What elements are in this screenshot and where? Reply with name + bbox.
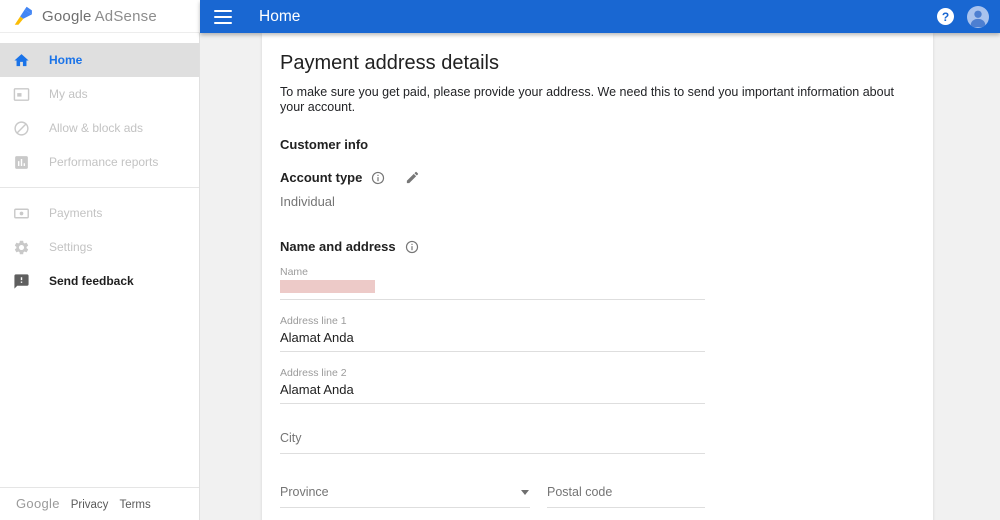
address-line-1-field[interactable]: Address line 1 Alamat Anda bbox=[280, 315, 705, 352]
address-line-1-label: Address line 1 bbox=[280, 315, 347, 327]
my-ads-icon bbox=[13, 87, 30, 101]
account-type-label: Account type bbox=[280, 170, 363, 185]
top-header: Google AdSense Home ? bbox=[0, 0, 1000, 33]
edit-pencil-icon[interactable] bbox=[405, 170, 420, 185]
sidebar-item-label: My ads bbox=[49, 87, 88, 101]
info-icon[interactable] bbox=[371, 171, 385, 185]
content-area: Payment address details To make sure you… bbox=[200, 33, 1000, 520]
sidebar-item-performance-reports[interactable]: Performance reports bbox=[0, 145, 199, 179]
address-form: Name Address line 1 Alamat Anda Address … bbox=[280, 266, 705, 520]
sidebar-item-label: Send feedback bbox=[49, 274, 134, 288]
province-field[interactable] bbox=[280, 472, 530, 508]
user-avatar[interactable] bbox=[967, 5, 989, 28]
brand-text: Google AdSense bbox=[42, 8, 157, 25]
help-icon[interactable]: ? bbox=[937, 8, 954, 25]
sidebar-nav: Home My ads Allow & block ads Performanc… bbox=[0, 33, 199, 298]
postal-code-field[interactable] bbox=[547, 472, 705, 508]
sidebar-item-my-ads[interactable]: My ads bbox=[0, 77, 199, 111]
account-type-row: Account type bbox=[280, 170, 915, 185]
brand-product: AdSense bbox=[94, 7, 157, 25]
sidebar-footer: Google Privacy Terms bbox=[0, 487, 199, 520]
name-field-highlight[interactable] bbox=[280, 280, 375, 293]
sidebar-item-label: Home bbox=[49, 53, 83, 67]
menu-icon[interactable] bbox=[214, 9, 232, 24]
settings-icon bbox=[14, 240, 29, 254]
footer-google-wordmark: Google bbox=[16, 496, 60, 511]
province-postal-row bbox=[280, 472, 705, 508]
page-subtitle: To make sure you get paid, please provid… bbox=[280, 85, 895, 114]
city-input[interactable] bbox=[280, 418, 705, 453]
payments-icon bbox=[14, 208, 29, 218]
sidebar-item-label: Performance reports bbox=[49, 155, 159, 169]
address-line-2-value[interactable]: Alamat Anda bbox=[280, 382, 705, 403]
reports-icon bbox=[15, 155, 28, 169]
address-line-2-label: Address line 2 bbox=[280, 367, 347, 379]
adsense-logo-icon bbox=[14, 6, 32, 25]
sidebar-item-label: Allow & block ads bbox=[49, 121, 144, 135]
address-line-2-field[interactable]: Address line 2 Alamat Anda bbox=[280, 367, 705, 404]
sidebar-item-send-feedback[interactable]: Send feedback bbox=[0, 264, 199, 298]
home-icon bbox=[14, 53, 29, 66]
footer-privacy-link[interactable]: Privacy bbox=[71, 499, 109, 511]
sidebar-item-settings[interactable]: Settings bbox=[0, 230, 199, 264]
sidebar-item-home[interactable]: Home bbox=[0, 43, 199, 77]
dropdown-arrow-icon[interactable] bbox=[521, 490, 529, 495]
feedback-icon bbox=[14, 273, 29, 289]
sidebar-item-label: Settings bbox=[49, 240, 93, 254]
page-title: Payment address details bbox=[280, 52, 500, 74]
adsense-app: Google AdSense Home ? Home My ads Allow … bbox=[0, 0, 1000, 520]
name-address-heading: Name and address bbox=[280, 239, 396, 254]
app-bar: Home ? bbox=[200, 0, 1000, 33]
block-icon bbox=[14, 120, 29, 136]
person-icon bbox=[970, 10, 986, 27]
brand-google: Google bbox=[42, 7, 92, 25]
name-address-row: Name and address bbox=[280, 239, 915, 254]
customer-info-heading: Customer info bbox=[280, 137, 369, 152]
sidebar-item-label: Payments bbox=[49, 206, 103, 220]
appbar-title: Home bbox=[259, 7, 301, 25]
brand-logo-area: Google AdSense bbox=[0, 0, 200, 33]
province-select[interactable] bbox=[280, 472, 530, 507]
name-field-label: Name bbox=[280, 266, 309, 278]
payment-address-card: Payment address details To make sure you… bbox=[262, 33, 933, 520]
postal-code-input[interactable] bbox=[547, 472, 705, 507]
account-type-value: Individual bbox=[280, 194, 335, 209]
sidebar: Home My ads Allow & block ads Performanc… bbox=[0, 33, 200, 520]
city-field[interactable] bbox=[280, 418, 705, 454]
sidebar-divider bbox=[0, 187, 199, 188]
footer-terms-link[interactable]: Terms bbox=[119, 499, 150, 511]
address-line-1-value[interactable]: Alamat Anda bbox=[280, 330, 705, 351]
info-icon[interactable] bbox=[405, 240, 419, 254]
sidebar-item-allow-block-ads[interactable]: Allow & block ads bbox=[0, 111, 199, 145]
sidebar-item-payments[interactable]: Payments bbox=[0, 196, 199, 230]
name-field[interactable]: Name bbox=[280, 266, 705, 300]
